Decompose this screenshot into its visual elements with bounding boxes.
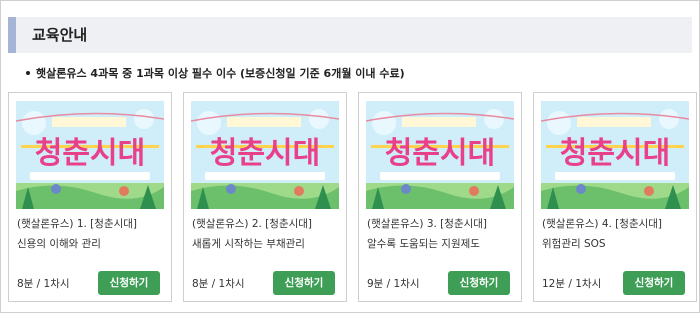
thumbnail-title: 청춘시대 [560, 136, 670, 171]
thumbnail-title: 청춘시대 [210, 136, 320, 171]
apply-button[interactable]: 신청하기 [623, 271, 685, 295]
course-thumbnail[interactable]: 청춘시대 [16, 101, 164, 209]
thumbnail-title: 청춘시대 [385, 136, 495, 171]
course-title-line2: 신용의 이해와 관리 [17, 238, 101, 250]
apply-button[interactable]: 신청하기 [448, 271, 510, 295]
course-card: 청춘시대 (햇살론유스) 2. [청춘시대] 새롭게 시작하는 부채관리 8분 … [183, 92, 347, 302]
apply-button[interactable]: 신청하기 [273, 271, 335, 295]
course-card: 청춘시대 (햇살론유스) 1. [청춘시대] 신용의 이해와 관리 8분 / 1… [8, 92, 172, 302]
thumbnail-title: 청춘시대 [35, 136, 145, 171]
bullet-icon [26, 71, 30, 75]
section-header: 교육안내 [8, 17, 692, 53]
course-duration: 8분 / 1차시 [192, 278, 245, 290]
section-accent-bar [8, 17, 16, 53]
course-duration: 12분 / 1차시 [542, 278, 602, 290]
notice-text: 햇살론유스 4과목 중 1과목 이상 필수 이수 (보증신청일 기준 6개월 이… [26, 67, 405, 81]
course-thumbnail[interactable]: 청춘시대 [366, 101, 514, 209]
course-card: 청춘시대 (햇살론유스) 4. [청춘시대] 위험관리 SOS 12분 / 1차… [533, 92, 697, 302]
apply-button[interactable]: 신청하기 [98, 271, 160, 295]
course-title-line2: 새롭게 시작하는 부채관리 [192, 238, 305, 250]
course-title-line1: (햇살론유스) 1. [청춘시대] [17, 218, 138, 230]
thumbnail-illustration: 청춘시대 [191, 101, 339, 209]
course-title-line1: (햇살론유스) 4. [청춘시대] [542, 218, 663, 230]
course-duration: 9분 / 1차시 [367, 278, 420, 290]
thumbnail-illustration: 청춘시대 [541, 101, 689, 209]
thumbnail-illustration: 청춘시대 [366, 101, 514, 209]
thumbnail-illustration: 청춘시대 [16, 101, 164, 209]
course-title-line2: 알수록 도움되는 지원제도 [367, 238, 480, 250]
course-thumbnail[interactable]: 청춘시대 [541, 101, 689, 209]
course-duration: 8분 / 1차시 [17, 278, 70, 290]
course-title-line2: 위험관리 SOS [542, 238, 606, 250]
course-title-line1: (햇살론유스) 3. [청춘시대] [367, 218, 488, 230]
course-card: 청춘시대 (햇살론유스) 3. [청춘시대] 알수록 도움되는 지원제도 9분 … [358, 92, 522, 302]
section-title: 교육안내 [32, 26, 88, 44]
course-title-line1: (햇살론유스) 2. [청춘시대] [192, 218, 313, 230]
notice-label: 햇살론유스 4과목 중 1과목 이상 필수 이수 (보증신청일 기준 6개월 이… [36, 67, 405, 80]
course-thumbnail[interactable]: 청춘시대 [191, 101, 339, 209]
